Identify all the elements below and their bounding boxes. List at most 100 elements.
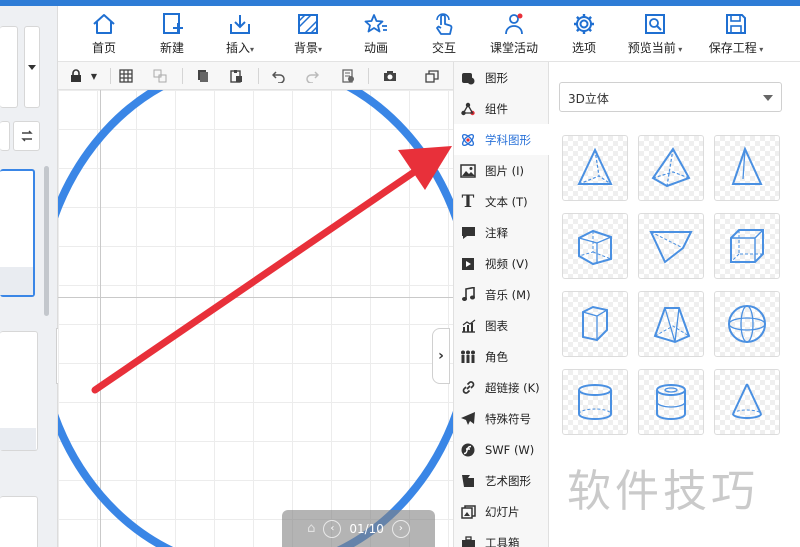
art-shape-icon <box>460 473 476 489</box>
chevron-down-icon <box>28 65 36 70</box>
category-label: 注释 <box>485 225 508 240</box>
watermark-text: 软件技巧 <box>567 466 759 517</box>
camera-icon <box>384 71 396 81</box>
swap-button[interactable] <box>13 121 40 151</box>
slide-thumbnail-selected[interactable] <box>0 169 35 297</box>
category-label: 图表 <box>485 318 508 333</box>
shape-tile-sphere[interactable] <box>714 291 780 357</box>
toolbar-label: 背景 <box>293 41 318 55</box>
text-icon: T <box>461 191 475 212</box>
toolbar-label: 新建 <box>159 41 184 55</box>
shape-tile-cone[interactable] <box>714 369 780 435</box>
category-image[interactable]: 图片 (I) <box>454 155 550 186</box>
shape-tile-cube[interactable] <box>714 213 780 279</box>
toolbar-preview-button[interactable]: 预览当前 ▾ <box>619 10 691 62</box>
chevron-down-icon <box>763 95 773 101</box>
screenshot-button[interactable] <box>382 68 398 84</box>
lock-dropdown[interactable]: ▼ <box>88 68 100 84</box>
category-label: 艺术图形 <box>485 473 531 488</box>
shape-tile-square-pyramid[interactable] <box>638 135 704 201</box>
home-icon[interactable]: ⌂ <box>307 521 315 536</box>
shape-tile-triangular-prism[interactable] <box>638 213 704 279</box>
collapse-right-button[interactable]: › <box>432 328 450 384</box>
caret-down-icon: ▾ <box>250 45 255 54</box>
toolbar-classroom-activity-button[interactable]: 课堂活动 <box>479 10 549 62</box>
left-panel-dropdown[interactable] <box>24 26 40 108</box>
edit-toolbar: ▼ <box>58 62 453 90</box>
category-toolbox[interactable]: 工具箱 <box>454 527 550 547</box>
slide-thumbnail[interactable] <box>0 331 38 451</box>
atom-icon <box>460 132 476 148</box>
category-chart[interactable]: 图表 <box>454 310 550 341</box>
insert-category-menu: 图形 组件 学科图形 图片 (I) T 文本 (T) 注释 视频 (V) 音乐 … <box>453 62 550 547</box>
category-label: SWF (W) <box>485 442 535 457</box>
toolbar-animation-button[interactable]: 动画 <box>343 10 409 62</box>
background-icon <box>298 14 318 34</box>
category-subject-shape[interactable]: 学科图形 <box>454 124 550 155</box>
paste-button[interactable] <box>228 68 244 84</box>
tetrahedron-icon <box>577 147 613 185</box>
editing-canvas[interactable] <box>58 90 453 547</box>
category-hyperlink[interactable]: 超链接 (K) <box>454 372 550 403</box>
shape-tile-cylinder[interactable] <box>562 369 628 435</box>
copy-button[interactable] <box>195 68 211 84</box>
cube-slanted-icon <box>578 229 612 266</box>
category-shape[interactable]: 图形 <box>454 62 550 93</box>
category-art-shape[interactable]: 艺术图形 <box>454 465 550 496</box>
category-slide[interactable]: 幻灯片 <box>454 496 550 527</box>
prev-slide-button[interactable]: ‹ <box>323 519 342 538</box>
toolbar-save-button[interactable]: 保存工程 ▾ <box>696 10 776 62</box>
toolbar-new-button[interactable]: 新建 <box>139 10 205 62</box>
toolbox-icon <box>460 535 476 547</box>
new-page-icon <box>163 13 183 34</box>
slide-thumbnail[interactable] <box>0 496 38 547</box>
category-swf[interactable]: SWF (W) <box>454 434 550 465</box>
toolbar-options-button[interactable]: 选项 <box>551 10 617 62</box>
category-music[interactable]: 音乐 (M) <box>454 279 550 310</box>
category-special-symbol[interactable]: 特殊符号 <box>454 403 550 434</box>
toolbar-label: 插入 <box>225 41 250 55</box>
shape-tile-hexagonal-prism[interactable] <box>562 291 628 357</box>
shape-tile-frustum[interactable] <box>638 291 704 357</box>
shape-tile-tetrahedron[interactable] <box>562 135 628 201</box>
grid-button[interactable] <box>118 68 134 84</box>
people-icon <box>460 349 476 365</box>
category-component[interactable]: 组件 <box>454 93 550 124</box>
chevron-right-icon: › <box>398 523 403 534</box>
shape-tile-hollow-cylinder[interactable] <box>638 369 704 435</box>
format-painter-button[interactable] <box>340 68 356 84</box>
category-label: 图形 <box>485 70 508 85</box>
caret-down-icon: ▼ <box>90 71 98 81</box>
category-comment[interactable]: 注释 <box>454 217 550 248</box>
shape-tile-triangular-pyramid[interactable] <box>714 135 780 201</box>
category-label: 组件 <box>485 101 508 116</box>
scrollbar[interactable] <box>44 166 49 316</box>
left-panel <box>0 6 58 547</box>
preview-icon <box>645 14 665 34</box>
lock-button[interactable] <box>68 68 84 84</box>
group-button[interactable] <box>152 68 168 84</box>
category-label: 视频 (V) <box>485 256 529 271</box>
left-panel-field[interactable] <box>0 26 18 108</box>
redo-button[interactable] <box>304 68 320 84</box>
save-icon <box>726 14 746 34</box>
category-video[interactable]: 视频 (V) <box>454 248 550 279</box>
toolbar-label: 首页 <box>91 41 116 55</box>
toolbar-interaction-button[interactable]: 交互 <box>411 10 477 62</box>
paste-icon <box>230 70 242 83</box>
category-text[interactable]: T 文本 (T) <box>454 186 550 217</box>
window-button[interactable] <box>424 68 440 84</box>
animation-icon <box>364 14 387 33</box>
undo-button[interactable] <box>271 68 287 84</box>
category-character[interactable]: 角色 <box>454 341 550 372</box>
link-icon <box>460 380 476 396</box>
toolbar-background-button[interactable]: 背景▾ <box>275 10 341 62</box>
page-counter: 01/10 <box>349 521 384 536</box>
sphere-icon <box>728 305 766 343</box>
next-slide-button[interactable]: › <box>391 519 410 538</box>
left-panel-button[interactable] <box>0 121 10 151</box>
shape-category-select[interactable]: 3D立体 <box>559 82 782 112</box>
toolbar-home-button[interactable]: 首页 <box>71 10 137 62</box>
shape-tile-cube-slanted[interactable] <box>562 213 628 279</box>
toolbar-insert-button[interactable]: 插入▾ <box>207 10 273 62</box>
